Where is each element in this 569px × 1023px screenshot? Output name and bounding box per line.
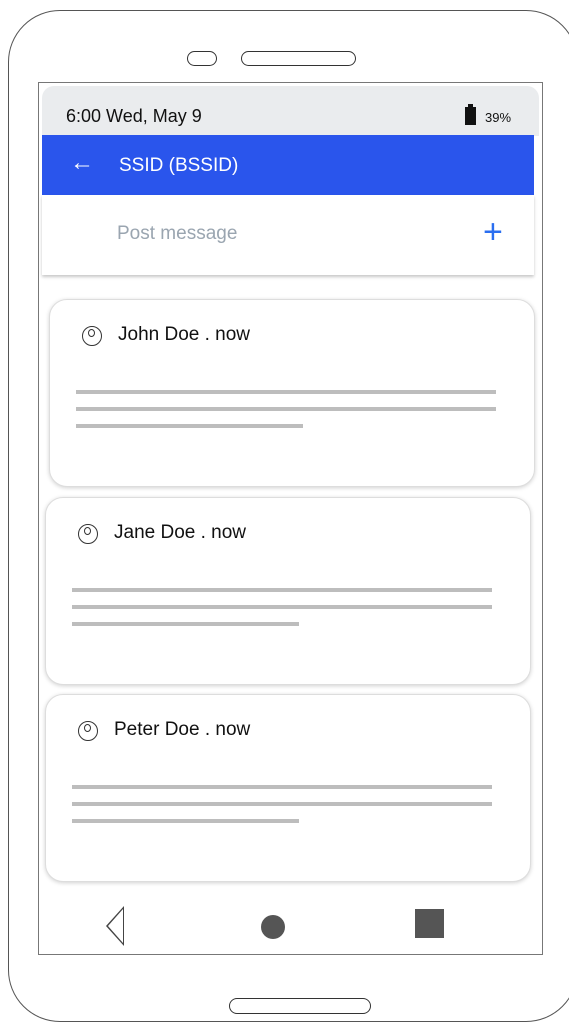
text-placeholder-line: [72, 622, 299, 626]
status-bar: 6:00 Wed, May 9 39%: [42, 86, 539, 136]
text-placeholder-line: [76, 407, 496, 411]
text-placeholder-line: [72, 802, 492, 806]
user-avatar-icon: [78, 524, 98, 544]
text-placeholder-line: [72, 819, 299, 823]
arrow-left-icon[interactable]: ←: [70, 151, 94, 175]
post-author: Jane Doe .: [114, 522, 212, 543]
device-screen: 6:00 Wed, May 9 39% ← SSID (BSSID) + Joh…: [38, 82, 543, 955]
post-header: Peter Doe . now: [114, 719, 250, 741]
post-composer: +: [42, 195, 534, 275]
page-title: SSID (BSSID): [119, 155, 239, 176]
post-card[interactable]: Jane Doe . now: [45, 497, 531, 685]
post-time: now: [211, 522, 247, 543]
text-placeholder-line: [76, 390, 496, 394]
nav-back-icon[interactable]: [106, 906, 124, 946]
app-bar: ← SSID (BSSID): [42, 135, 534, 195]
post-header: John Doe . now: [118, 324, 250, 346]
post-header: Jane Doe . now: [114, 522, 246, 544]
post-message-input[interactable]: [117, 223, 417, 245]
battery-percentage: 39%: [485, 110, 512, 125]
nav-home-icon[interactable]: [261, 915, 285, 939]
user-avatar-icon: [82, 326, 102, 346]
post-card[interactable]: John Doe . now: [49, 299, 535, 487]
speaker-icon: [241, 51, 356, 66]
post-author: Peter Doe .: [114, 719, 216, 740]
text-placeholder-line: [72, 605, 492, 609]
user-avatar-icon: [78, 721, 98, 741]
text-placeholder-line: [72, 588, 492, 592]
status-time-date: 6:00 Wed, May 9: [66, 106, 202, 126]
camera-icon: [187, 51, 217, 66]
post-card[interactable]: Peter Doe . now: [45, 694, 531, 882]
post-author: John Doe .: [118, 324, 216, 345]
hardware-home-button[interactable]: [229, 998, 371, 1014]
text-placeholder-line: [72, 785, 492, 789]
plus-icon[interactable]: +: [483, 215, 503, 249]
battery-icon: [465, 104, 476, 125]
post-time: now: [215, 719, 251, 740]
nav-recents-icon[interactable]: [415, 909, 444, 938]
text-placeholder-line: [76, 424, 303, 428]
post-time: now: [215, 324, 251, 345]
